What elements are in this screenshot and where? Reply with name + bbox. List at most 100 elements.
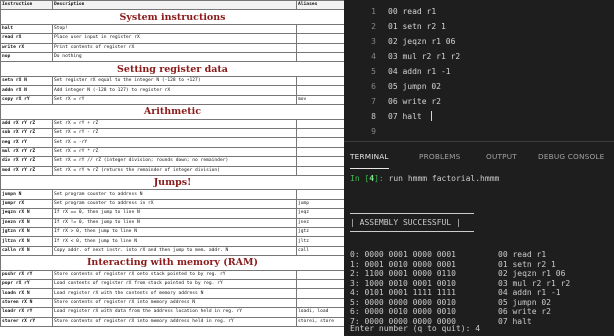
description-cell: Set rX = rY — [52, 94, 297, 106]
instruction-cell: nop — [0, 52, 53, 63]
tab-problems[interactable]: PROBLEMS — [419, 150, 460, 168]
code-line[interactable]: 7 06 write r2 — [344, 94, 614, 109]
code-line[interactable]: 1 00 read r1 — [344, 4, 614, 19]
instruction-cell: loadr rX rY — [0, 307, 53, 318]
description-cell: Stop! — [52, 23, 297, 35]
aliases-cell — [296, 137, 344, 148]
text-cursor — [431, 111, 432, 121]
aliases-cell: jump — [296, 198, 344, 210]
description-cell: Set program counter to address N — [52, 189, 297, 200]
aliases-cell: storei, store — [296, 316, 344, 328]
assembly-banner: | ASSEMBLY SUCCESSFUL | — [350, 218, 461, 227]
section-title: Setting register data — [0, 61, 344, 77]
description-cell: Load register rX with the contents of me… — [52, 288, 297, 299]
description-cell: Add integer N (-128 to 127) to register … — [52, 85, 297, 96]
description-cell: Store contents of register rX onto stack… — [52, 269, 297, 281]
assembly-row: 03 mul r2 r1 r2 — [498, 278, 571, 288]
header-instruction: Instruction — [0, 0, 53, 11]
instruction-cell: loadn rX N — [0, 288, 53, 299]
instruction-cell: jumpn N — [0, 189, 53, 200]
terminal-output[interactable]: In [4]: run hmmm factorial.hmmm | ASSEMB… — [344, 172, 614, 336]
editor-window: 1 00 read r1 2 01 setn r2 1 3 02 jeqzn r1 06 4… — [344, 0, 614, 336]
table-row: copy rX rY Set rX = rY mov — [0, 94, 344, 106]
section-title-row: Jumps! — [0, 174, 344, 191]
table-row: popr rX rY Load contents of register rX f… — [0, 279, 344, 290]
description-cell: Set rX = rY + rZ — [52, 118, 297, 130]
section-title: Jumps! — [0, 174, 344, 191]
table-row: read rX Place user input in register rX — [0, 33, 344, 44]
binary-row: 3: 1000 0010 0001 0010 — [350, 278, 456, 288]
code-text: 06 write r2 — [388, 97, 441, 106]
aliases-cell — [296, 75, 344, 87]
instruction-cell: setn rX N — [0, 75, 53, 87]
instruction-cell: jgtzn rX N — [0, 227, 53, 238]
instruction-cell: calln rX N — [0, 245, 53, 257]
description-cell: Set rX = rY // rZ (integer division; rou… — [52, 156, 297, 167]
aliases-cell: jeqz — [296, 208, 344, 219]
code-text: 00 read r1 — [388, 7, 437, 16]
description-cell: Copy addr. of next instr. into rX and th… — [52, 245, 297, 257]
binary-row: 0: 0000 0001 0000 0001 — [350, 250, 456, 259]
instruction-cell: write rX — [0, 42, 53, 54]
aliases-cell — [296, 279, 344, 290]
code-text: 04 addn r1 -1 — [388, 67, 451, 76]
aliases-cell — [296, 189, 344, 200]
table-row: jltzn rX N If rX < 0, then jump to line N… — [0, 236, 344, 247]
aliases-cell: jgtz — [296, 227, 344, 238]
description-cell: Set register rX equal to the integer N (… — [52, 75, 297, 87]
code-editor[interactable]: 1 00 read r1 2 01 setn r2 1 3 02 jeqzn r1 06 4… — [344, 0, 614, 141]
table-row: jeqzn rX N If rX == 0, then jump to line … — [0, 208, 344, 219]
terminal-command: run hmmm factorial.hmmm — [388, 174, 500, 183]
table-row: jumpn N Set program counter to address N — [0, 189, 344, 200]
code-line[interactable]: 4 03 mul r2 r1 r2 — [344, 49, 614, 64]
table-row: loadr rX rY Load register rX with data fr… — [0, 307, 344, 318]
description-cell: Place user input in register rX — [52, 33, 297, 44]
code-line[interactable]: 5 04 addn r1 -1 — [344, 64, 614, 79]
description-cell: Set rX = rY - rZ — [52, 127, 297, 139]
tab-debug-console[interactable]: DEBUG CONSOLE — [538, 150, 605, 168]
binary-row: 5: 0000 0000 0000 0010 — [350, 297, 456, 307]
code-line[interactable]: 6 05 jumpn 02 — [344, 79, 614, 94]
description-cell: Do nothing — [52, 52, 297, 63]
table-row: mul rX rY rZ Set rX = rY * rZ — [0, 146, 344, 158]
aliases-cell — [296, 33, 344, 44]
description-cell: Load contents of register rX from stack … — [52, 279, 297, 290]
description-cell: Store contents of register rX into memor… — [52, 316, 297, 328]
line-number: 1 — [371, 7, 376, 16]
table-row: add rX rY rZ Set rX = rY + rZ — [0, 118, 344, 130]
panel-tabs: TERMINAL PROBLEMS OUTPUT DEBUG CONSOLE — [344, 150, 614, 169]
input-prompt: Enter number (q to quit): 4 — [350, 324, 481, 333]
code-text: 01 setn r2 1 — [388, 22, 446, 31]
code-text: 05 jumpn 02 — [388, 82, 441, 91]
terminal-prompt-line: In [4]: run hmmm factorial.hmmm — [350, 174, 499, 184]
aliases-cell — [296, 156, 344, 167]
assembly-row: 00 read r1 — [498, 250, 547, 259]
aliases-cell — [296, 85, 344, 96]
line-number: 9 — [371, 127, 376, 136]
table-row: jgtzn rX N If rX > 0, then jump to line N… — [0, 227, 344, 238]
table-row: setn rX N Set register rX equal to the in… — [0, 75, 344, 87]
table-row: storen rX N Store contents of register rX… — [0, 297, 344, 309]
binary-row: 2: 1100 0001 0000 0110 — [350, 269, 456, 278]
code-line[interactable]: 2 01 setn r2 1 — [344, 19, 614, 34]
instruction-cell: popr rX rY — [0, 279, 53, 290]
tab-terminal[interactable]: TERMINAL — [350, 150, 389, 169]
section-title: Arithmetic — [0, 104, 344, 120]
assembly-row: 05 jumpn 02 — [498, 297, 551, 307]
instruction-table: Instruction Description Aliases System i… — [0, 0, 344, 328]
aliases-cell — [296, 165, 344, 176]
section-title: Interacting with memory (RAM) — [0, 255, 344, 271]
table-row: calln rX N Copy addr. of next instr. into… — [0, 245, 344, 257]
table-row: sub rX rY rZ Set rX = rY - rZ — [0, 127, 344, 139]
code-line[interactable]: 3 02 jeqzn r1 06 — [344, 34, 614, 49]
code-line[interactable]: 9 — [344, 124, 614, 139]
aliases-cell: jnez — [296, 217, 344, 229]
instruction-cell: neg rX rY — [0, 137, 53, 148]
table-row: jnezn rX N If rX != 0, then jump to line … — [0, 217, 344, 229]
aliases-cell — [296, 146, 344, 158]
instruction-cell: div rX rY rZ — [0, 156, 53, 167]
assembly-row: 07 halt — [498, 316, 532, 326]
tab-output[interactable]: OUTPUT — [486, 150, 517, 168]
instruction-cell: halt — [0, 23, 53, 35]
code-line[interactable]: 8 07 halt — [344, 109, 614, 124]
